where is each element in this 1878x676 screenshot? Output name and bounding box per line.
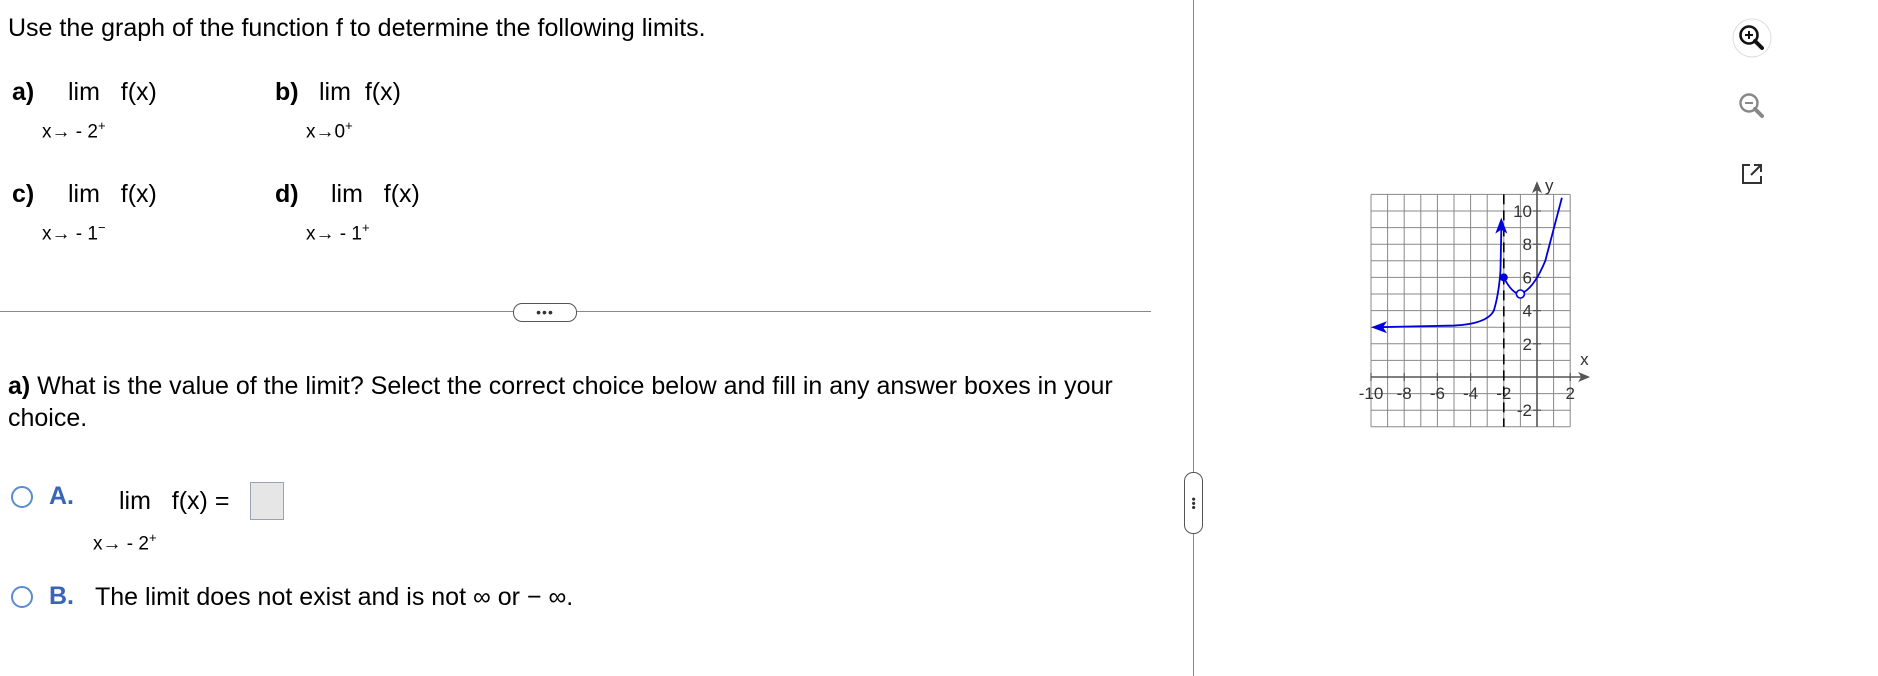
open-point [1515,289,1526,299]
lim-word: lim [331,180,363,208]
func-text: f(x) [120,78,157,106]
side-sup: + [345,118,353,133]
approach-text: x→ - 1 [42,223,98,245]
func-text: f(x) [364,78,401,106]
part-b-approach: x→0+ [306,118,353,143]
choice-a-lim: lim f(x) = [119,487,229,516]
x-tick-label: -4 [1463,384,1478,403]
part-b-label: b) [275,78,299,106]
choice-a-approach: x→ - 2+ [93,530,157,555]
choice-b-radio[interactable] [11,586,33,608]
choice-b-text: The limit does not exist and is not ∞ or… [95,583,574,611]
y-tick-label: 8 [1523,235,1532,254]
y-tick-label: 2 [1523,335,1532,354]
part-a-label: a) [12,78,35,106]
approach-text: x→ - 2 [42,121,98,143]
popout-icon[interactable] [1732,154,1772,194]
choice-a-radio[interactable] [11,486,33,508]
part-a-lim: lim f(x) [68,78,157,107]
y-tick-label: 4 [1523,302,1532,321]
zoom-in-icon[interactable] [1732,18,1772,58]
choice-a-answer-box[interactable] [250,482,284,520]
func-text: f(x) [383,180,420,208]
closed-point [1499,273,1508,282]
approach-text: x→ - 2 [93,533,149,555]
lim-word: lim [68,180,100,208]
y-tick-label: -2 [1517,401,1532,420]
part-c: c) lim f(x) x→ - 1− [12,180,157,244]
expr-text: f(x) = [171,487,230,515]
func-text: f(x) [120,180,157,208]
instruction-text: Use the graph of the function f to deter… [8,14,706,42]
y-tick-label: 6 [1523,268,1532,287]
side-sup: + [97,118,106,133]
part-d-approach: x→ - 1+ [306,220,370,245]
choice-b-label[interactable]: B. [49,582,74,611]
y-tick-label: 10 [1513,202,1532,221]
x-tick-label: -8 [1397,384,1412,403]
x-tick-label: 2 [1565,384,1574,403]
lim-word: lim [119,487,151,515]
part-d: d) lim f(x) x→ - 1+ [275,180,420,244]
side-sup: − [97,220,106,235]
side-sup: + [361,220,370,235]
lim-word: lim [319,78,351,106]
part-b: b) lim f(x) x→0+ [275,78,401,142]
y-axis-label: y [1545,176,1554,195]
question-label: a) [8,372,31,400]
zoom-out-icon[interactable] [1732,86,1772,126]
part-d-label: d) [275,180,299,208]
approach-text: x→ - 1 [306,223,362,245]
pane-resize-handle[interactable]: ••• [1184,472,1203,534]
part-c-lim: lim f(x) [68,180,157,209]
expand-collapse-handle[interactable]: ••• [513,303,577,322]
question-body: What is the value of the limit? Select t… [8,372,1113,432]
x-tick-label: -6 [1430,384,1445,403]
part-c-approach: x→ - 1− [42,220,106,245]
side-sup: + [148,530,157,545]
lim-word: lim [68,78,100,106]
approach-text: x→0 [306,121,346,143]
choice-a-label[interactable]: A. [49,482,74,511]
part-d-lim: lim f(x) [331,180,420,209]
part-b-lim: lim f(x) [319,78,401,107]
part-a-approach: x→ - 2+ [42,118,106,143]
part-c-label: c) [12,180,35,208]
x-axis-label: x [1580,350,1589,369]
function-graph: -10 -8 -6 -4 -2 2108642-2xy [1359,176,1591,428]
vertical-divider [1193,0,1194,676]
question-text: a) What is the value of the limit? Selec… [8,370,1128,434]
x-tick-label: -10 [1359,384,1384,403]
part-a: a) lim f(x) x→ - 2+ [12,78,157,142]
